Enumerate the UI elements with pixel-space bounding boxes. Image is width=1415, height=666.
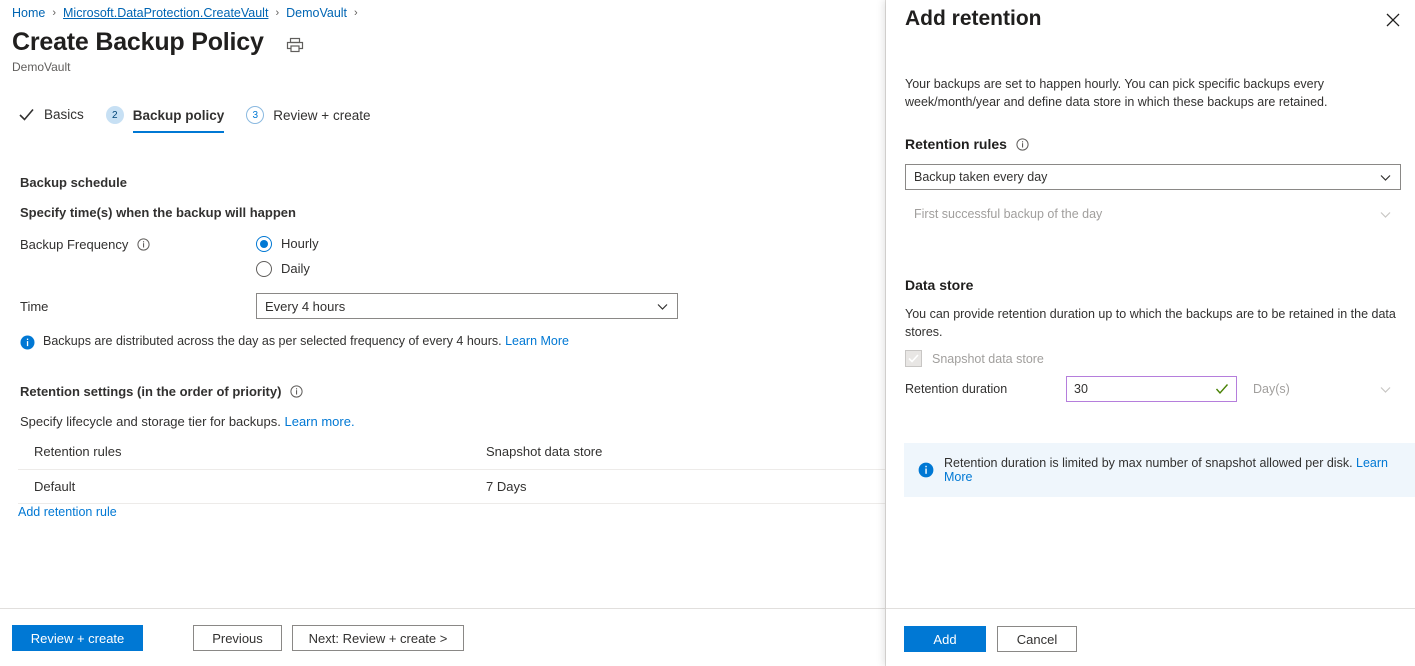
retention-rules-heading: Retention rules <box>905 136 1029 152</box>
retention-settings-desc: Specify lifecycle and storage tier for b… <box>20 414 355 429</box>
chevron-down-icon <box>656 300 669 313</box>
radio-daily-label: Daily <box>281 261 310 276</box>
add-button[interactable]: Add <box>904 626 986 652</box>
printer-icon[interactable] <box>286 36 304 54</box>
radio-hourly-label: Hourly <box>281 236 319 251</box>
breadcrumb: Home › Microsoft.DataProtection.CreateVa… <box>12 6 365 20</box>
review-create-button[interactable]: Review + create <box>12 625 143 651</box>
cell-snapshot-duration: 7 Days <box>486 479 786 494</box>
snapshot-data-store-label: Snapshot data store <box>932 352 1044 366</box>
step-badge-2: 2 <box>106 106 124 124</box>
breadcrumb-item-createvault[interactable]: Microsoft.DataProtection.CreateVault <box>63 6 268 20</box>
breadcrumb-separator: › <box>275 7 279 19</box>
app-root: Home › Microsoft.DataProtection.CreateVa… <box>0 0 1415 666</box>
column-header-retention-rules: Retention rules <box>34 444 486 459</box>
retention-rule-select[interactable]: Backup taken every day <box>905 164 1401 190</box>
radio-daily-indicator <box>256 261 272 277</box>
breadcrumb-item-home[interactable]: Home <box>12 6 45 20</box>
retention-duration-label: Retention duration <box>905 382 1007 396</box>
retention-settings-heading: Retention settings (in the order of prio… <box>20 384 303 399</box>
backup-frequency-label-text: Backup Frequency <box>20 237 128 252</box>
valid-check-icon <box>1215 382 1229 396</box>
cell-rule-name: Default <box>34 479 486 494</box>
info-icon[interactable] <box>1016 138 1029 151</box>
schedule-note-text: Backups are distributed across the day a… <box>43 334 569 348</box>
chevron-down-icon <box>1379 171 1392 184</box>
specify-time-text: Specify time(s) when the backup will hap… <box>20 205 296 220</box>
retention-duration-value: 30 <box>1074 382 1215 396</box>
tab-backup-policy[interactable]: 2 Backup policy <box>106 106 225 133</box>
retention-desc-text: Specify lifecycle and storage tier for b… <box>20 414 281 429</box>
retention-rule-secondary-select: First successful backup of the day <box>905 201 1401 227</box>
time-select[interactable]: Every 4 hours <box>256 293 678 319</box>
table-row[interactable]: Default 7 Days <box>18 470 886 504</box>
retention-limit-banner: Retention duration is limited by max num… <box>904 443 1415 497</box>
data-store-heading: Data store <box>905 277 973 293</box>
cancel-button[interactable]: Cancel <box>997 626 1077 652</box>
active-tab-indicator <box>133 131 225 133</box>
banner-text: Retention duration is limited by max num… <box>944 456 1353 470</box>
column-header-snapshot-data-store: Snapshot data store <box>486 444 786 459</box>
page-subtitle: DemoVault <box>12 60 70 74</box>
retention-duration-input[interactable]: 30 <box>1066 376 1237 402</box>
info-icon[interactable] <box>137 238 150 251</box>
schedule-info-note: Backups are distributed across the day a… <box>20 334 569 350</box>
tab-review-create[interactable]: 3 Review + create <box>246 106 370 133</box>
chevron-down-icon <box>1379 383 1392 396</box>
radio-hourly-indicator <box>256 236 272 252</box>
tab-basics[interactable]: Basics <box>18 106 84 132</box>
radio-daily[interactable]: Daily <box>256 256 319 281</box>
retention-desc-link[interactable]: Learn more. <box>284 414 354 429</box>
blade-description: Your backups are set to happen hourly. Y… <box>905 75 1401 111</box>
wizard-steps: Basics 2 Backup policy 3 Review + create <box>18 106 392 138</box>
retention-rules-heading-text: Retention rules <box>905 136 1007 152</box>
retention-duration-unit-value: Day(s) <box>1253 382 1379 396</box>
retention-duration-unit-select: Day(s) <box>1244 376 1401 402</box>
schedule-note-link[interactable]: Learn More <box>505 334 569 348</box>
breadcrumb-separator: › <box>354 7 358 19</box>
tab-basics-label: Basics <box>44 107 84 122</box>
backup-frequency-radio-group: Hourly Daily <box>256 231 319 281</box>
retention-settings-heading-text: Retention settings (in the order of prio… <box>20 384 281 399</box>
blade-footer: Add Cancel <box>886 608 1415 666</box>
checkbox-indicator <box>905 350 922 367</box>
page-title-row: Create Backup Policy <box>12 28 304 57</box>
time-select-value: Every 4 hours <box>265 299 656 314</box>
data-store-description: You can provide retention duration up to… <box>905 305 1397 341</box>
wizard-footer: Review + create Previous Next: Review + … <box>0 608 885 666</box>
table-header-row: Retention rules Snapshot data store <box>18 438 886 470</box>
info-icon[interactable] <box>290 385 303 398</box>
retention-rules-table: Retention rules Snapshot data store Defa… <box>18 438 886 504</box>
snapshot-data-store-checkbox: Snapshot data store <box>905 350 1044 367</box>
close-icon[interactable] <box>1383 10 1403 30</box>
retention-rule-secondary-value: First successful backup of the day <box>914 207 1379 221</box>
blade-title: Add retention <box>905 7 1042 31</box>
check-icon <box>18 106 35 123</box>
info-filled-icon <box>20 335 35 350</box>
step-badge-3: 3 <box>246 106 264 124</box>
banner-text-wrapper: Retention duration is limited by max num… <box>944 456 1401 484</box>
radio-hourly[interactable]: Hourly <box>256 231 319 256</box>
schedule-note-body: Backups are distributed across the day a… <box>43 334 502 348</box>
info-filled-icon <box>918 462 934 478</box>
breadcrumb-separator: › <box>52 7 56 19</box>
previous-button[interactable]: Previous <box>193 625 282 651</box>
create-backup-policy-pane: Home › Microsoft.DataProtection.CreateVa… <box>0 0 886 666</box>
retention-rule-select-value: Backup taken every day <box>914 170 1379 184</box>
tab-review-create-label: Review + create <box>273 108 370 123</box>
backup-frequency-label: Backup Frequency <box>20 237 150 252</box>
page-title: Create Backup Policy <box>12 28 264 57</box>
time-label: Time <box>20 299 48 314</box>
tab-backup-policy-label: Backup policy <box>133 108 225 123</box>
add-retention-rule-link[interactable]: Add retention rule <box>18 505 117 519</box>
add-retention-blade: Add retention Your backups are set to ha… <box>886 0 1415 666</box>
breadcrumb-item-demovault[interactable]: DemoVault <box>286 6 347 20</box>
chevron-down-icon <box>1379 208 1392 221</box>
next-button[interactable]: Next: Review + create > <box>292 625 464 651</box>
backup-schedule-heading: Backup schedule <box>20 175 127 190</box>
